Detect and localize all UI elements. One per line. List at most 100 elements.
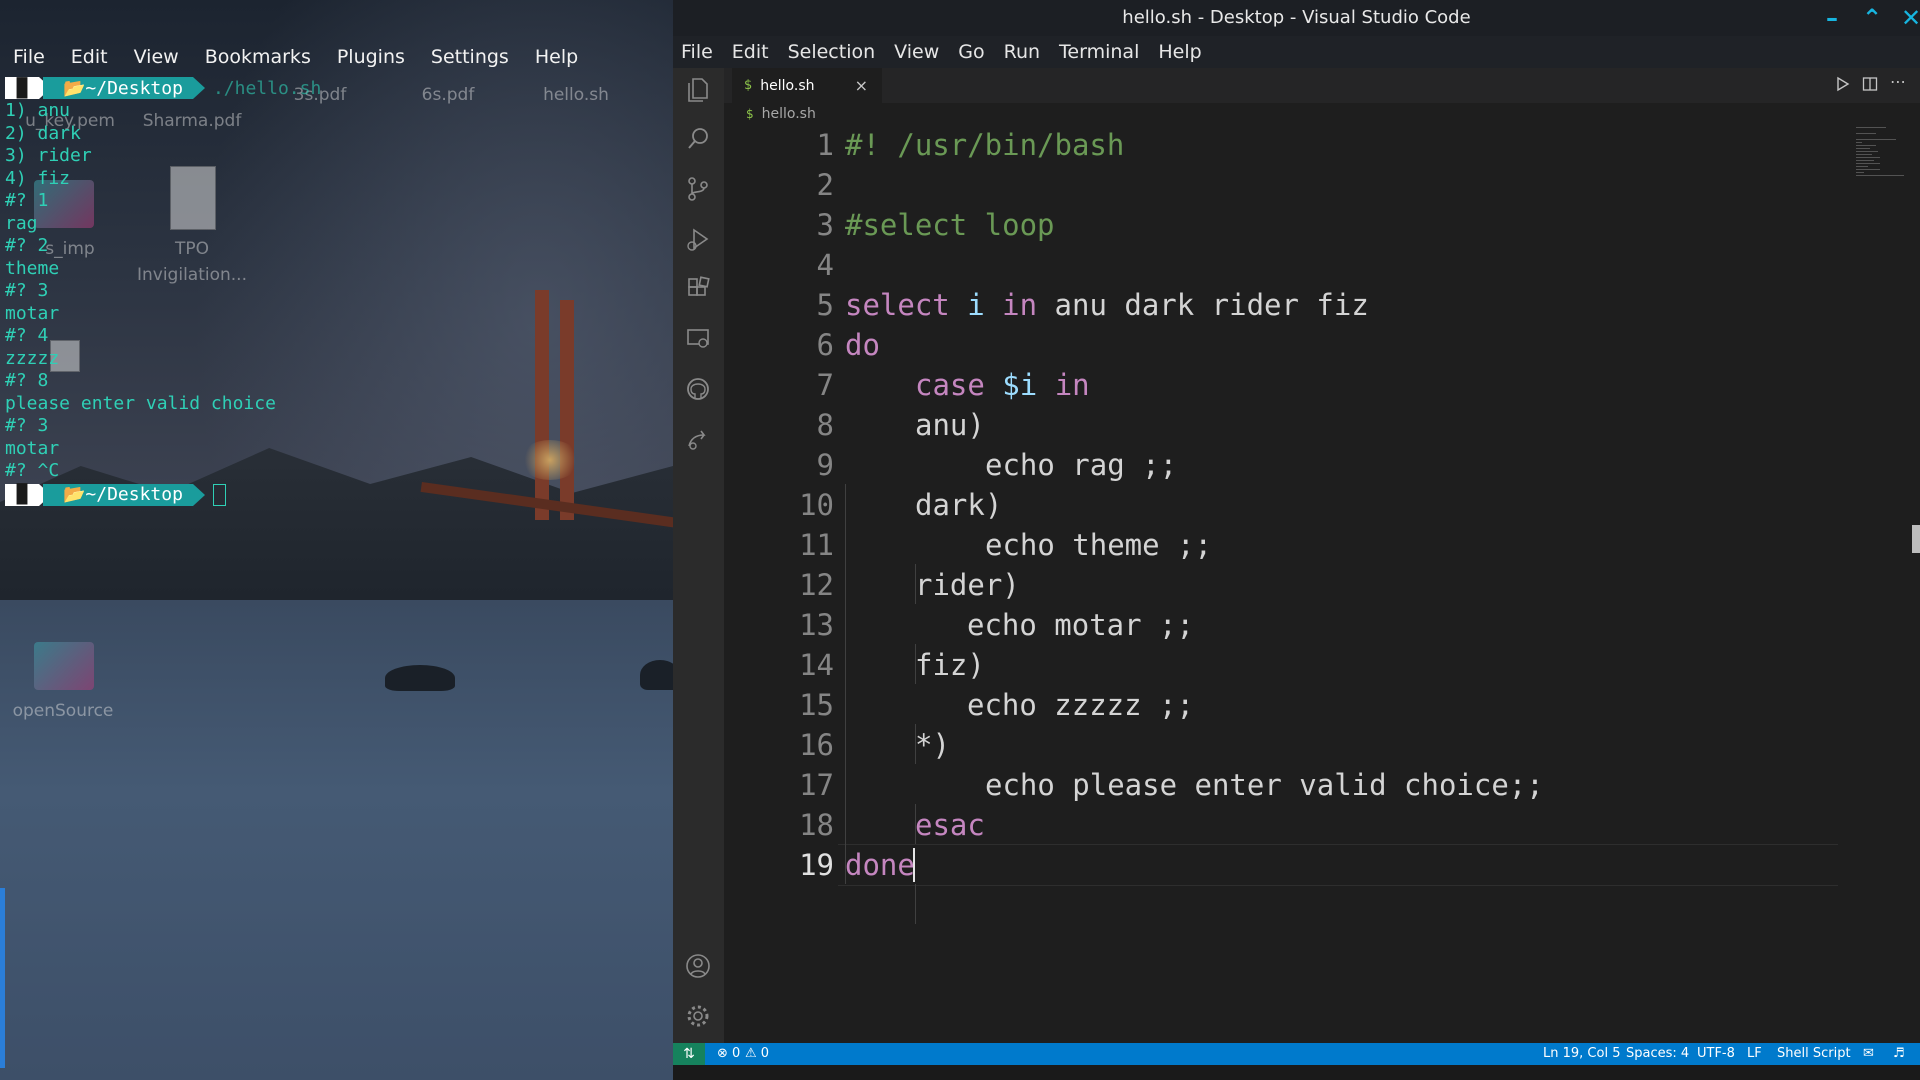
menu-file[interactable]: File (681, 41, 713, 63)
terminal-scroll-accent (0, 888, 5, 1068)
text-cursor (913, 848, 915, 882)
status-bar: ⇅ ⊗ 0 ⚠ 0 Ln 19, Col 5 Spaces: 4 UTF-8 L… (673, 1043, 1920, 1065)
terminal-line: #? 8 (5, 370, 49, 391)
code-text: echo please enter valid choice;; (985, 768, 1544, 802)
vscode-menubar: File Edit Selection View Go Run Terminal… (673, 36, 1920, 68)
tab-close-icon[interactable]: × (855, 76, 868, 95)
line-number: 3 (816, 208, 834, 242)
terminal-line: 2) dark (5, 122, 81, 144)
code-line: 13 echo motar ;; (724, 605, 1824, 645)
menu-run[interactable]: Run (1004, 41, 1040, 63)
terminal-line: motar (5, 302, 60, 324)
code-line: 19 done (724, 845, 1824, 885)
terminal-prompt-icon: ▐▌ (5, 483, 51, 506)
code-text: echo zzzzz ;; (967, 688, 1194, 722)
terminal-menu-help[interactable]: Help (535, 46, 578, 68)
terminal-line: zzzzz (5, 347, 60, 369)
eol-setting[interactable]: LF (1747, 1043, 1762, 1065)
code-text: *) (915, 728, 950, 762)
code-line: 11 echo theme ;; (724, 525, 1824, 565)
breadcrumb-item[interactable]: hello.sh (762, 106, 816, 122)
code-line: 7 case $i in (724, 365, 1824, 405)
minimize-icon[interactable]: – (1815, 3, 1849, 33)
code-plain: anu dark rider fiz (1037, 288, 1369, 322)
tab-hello-sh[interactable]: $ hello.sh × (732, 68, 882, 103)
terminal-menu-view[interactable]: View (134, 46, 179, 68)
terminal-menu-bookmarks[interactable]: Bookmarks (205, 46, 311, 68)
errors-count[interactable]: ⊗ 0 (717, 1043, 740, 1065)
wallpaper-water (0, 600, 673, 1080)
terminal-line: 3) rider (5, 145, 92, 166)
menu-view[interactable]: View (894, 41, 939, 63)
remote-explorer-icon[interactable] (682, 326, 714, 358)
terminal-menu-edit[interactable]: Edit (71, 46, 108, 68)
terminal-prompt-dir: 📂~/Desktop (43, 77, 205, 99)
code-line: 5 select i in anu dark rider fiz (724, 285, 1824, 325)
search-icon[interactable] (682, 126, 714, 158)
terminal-menu-file[interactable]: File (13, 46, 45, 68)
terminal-output[interactable]: ▐▌ 📂~/Desktop ./hello.sh 1) anu 2) dark … (0, 76, 673, 507)
split-editor-icon[interactable] (1862, 76, 1878, 96)
notifications-bell-icon[interactable]: ♬ (1893, 1043, 1905, 1065)
line-number: 15 (799, 688, 834, 722)
menu-terminal[interactable]: Terminal (1059, 41, 1139, 63)
menu-edit[interactable]: Edit (732, 41, 769, 63)
code-line: 14 fiz) (724, 645, 1824, 685)
indentation-setting[interactable]: Spaces: 4 (1626, 1043, 1689, 1065)
code-editor[interactable]: 1 #! /usr/bin/bash 2 3 #select loop 4 5 … (724, 125, 1920, 1043)
line-number: 19 (799, 848, 834, 882)
terminal-line: 4) fiz (5, 167, 71, 189)
terminal-menu-settings[interactable]: Settings (431, 46, 509, 68)
warnings-count[interactable]: ⚠ 0 (745, 1043, 769, 1065)
remote-indicator-icon[interactable]: ⇅ (673, 1043, 705, 1065)
code-text: #! /usr/bin/bash (845, 128, 1125, 162)
code-text: fiz) (915, 648, 985, 682)
terminal-line: #? 1 (5, 190, 49, 211)
folder-icon[interactable] (34, 642, 94, 690)
terminal-line: motar (5, 437, 60, 459)
menu-selection[interactable]: Selection (788, 41, 876, 63)
accounts-icon[interactable] (682, 953, 714, 985)
code-keyword: select (845, 288, 950, 322)
cursor-position[interactable]: Ln 19, Col 5 (1543, 1043, 1620, 1065)
more-actions-icon[interactable]: ⋯ (1890, 72, 1906, 91)
terminal-menu-plugins[interactable]: Plugins (337, 46, 405, 68)
line-number: 10 (799, 488, 834, 522)
maximize-icon[interactable]: ⌃ (1855, 3, 1889, 33)
window-bottom-edge (673, 1065, 1920, 1080)
source-control-icon[interactable] (682, 176, 714, 208)
line-number: 8 (816, 408, 834, 442)
explorer-icon[interactable] (682, 76, 714, 108)
close-icon[interactable]: ✕ (1894, 3, 1920, 33)
breadcrumb: $ hello.sh (724, 103, 1920, 125)
editor-scrollbar[interactable] (1912, 525, 1920, 553)
menu-go[interactable]: Go (958, 41, 984, 63)
live-share-icon[interactable] (682, 426, 714, 458)
window-title: hello.sh - Desktop - Visual Studio Code (1122, 7, 1471, 28)
code-text: rider) (915, 568, 1020, 602)
code-line: 17 echo please enter valid choice;; (724, 765, 1824, 805)
run-file-icon[interactable] (1836, 76, 1850, 96)
code-line: 8 anu) (724, 405, 1824, 445)
code-text: case $i in (915, 365, 1090, 405)
desktop-icon-opensource[interactable]: openSource (0, 698, 133, 724)
terminal-line: #? 3 (5, 280, 49, 301)
run-debug-icon[interactable] (682, 226, 714, 258)
line-number: 12 (799, 568, 834, 602)
code-keyword: case (915, 368, 985, 402)
code-line: 16 *) (724, 725, 1824, 765)
language-mode[interactable]: Shell Script (1777, 1043, 1851, 1065)
desktop-background: u_key.pem Sharma.pdf 3s.pdf 6s.pdf hello… (0, 0, 673, 1080)
terminal-line: theme (5, 257, 60, 279)
terminal-prompt-icon: ▐▌ (5, 77, 51, 99)
feedback-icon[interactable]: ✉ (1863, 1043, 1874, 1065)
extensions-icon[interactable] (682, 276, 714, 308)
gear-icon[interactable] (682, 1003, 714, 1035)
line-number: 9 (816, 448, 834, 482)
wallpaper-rock (640, 660, 673, 690)
editor-tab-bar: $ hello.sh × ⋯ (724, 68, 1920, 103)
github-icon[interactable] (682, 376, 714, 408)
encoding-setting[interactable]: UTF-8 (1697, 1043, 1735, 1065)
menu-help[interactable]: Help (1158, 41, 1201, 63)
minimap[interactable] (1856, 125, 1908, 176)
